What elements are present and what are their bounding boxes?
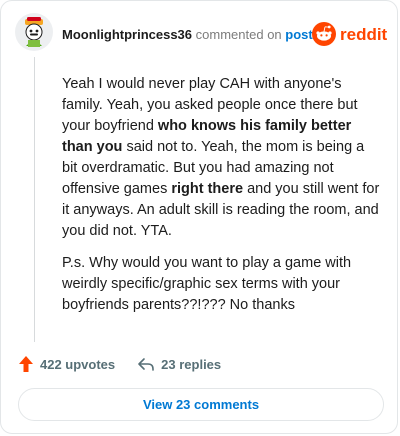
reddit-logo-icon: reddit xyxy=(312,22,388,46)
text-segment: P.s. Why would you want to play a game w… xyxy=(62,255,352,313)
reply-icon xyxy=(138,358,154,371)
comment-actions: 422 upvotes 23 replies xyxy=(18,355,221,373)
comment-card: Moonlightprincess36 commented on post re… xyxy=(0,0,398,434)
post-link[interactable]: post xyxy=(285,27,312,42)
view-comments-button[interactable]: View 23 comments xyxy=(18,388,384,421)
view-comments-label: View 23 comments xyxy=(142,397,260,412)
comment-body: Yeah I would never play CAH with anyone'… xyxy=(62,74,382,327)
reply-count: 23 replies xyxy=(161,356,222,372)
bold-text: right there xyxy=(171,181,244,197)
upvote-button[interactable]: 422 upvotes xyxy=(18,355,115,373)
reddit-wordmark: reddit xyxy=(340,25,388,44)
comment-paragraph: Yeah I would never play CAH with anyone'… xyxy=(62,74,382,242)
thread-line[interactable] xyxy=(34,57,35,342)
commented-on-text: commented on xyxy=(195,27,282,42)
comment-paragraph: P.s. Why would you want to play a game w… xyxy=(62,253,382,316)
reddit-logo[interactable]: reddit xyxy=(312,21,392,47)
upvote-arrow-icon xyxy=(19,356,33,372)
replies-button[interactable]: 23 replies xyxy=(137,356,221,372)
comment-header: Moonlightprincess36 commented on post xyxy=(62,27,313,42)
user-avatar[interactable] xyxy=(15,13,53,51)
upvote-count: 422 upvotes xyxy=(40,356,116,372)
username[interactable]: Moonlightprincess36 xyxy=(62,27,192,42)
